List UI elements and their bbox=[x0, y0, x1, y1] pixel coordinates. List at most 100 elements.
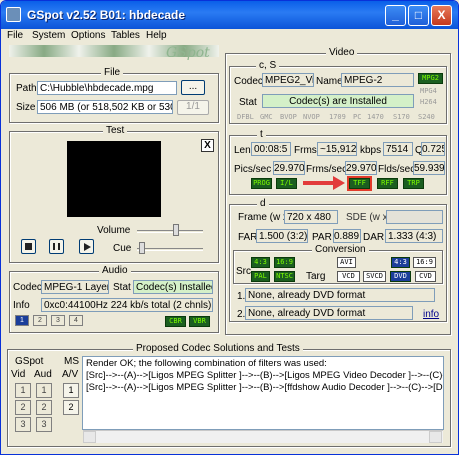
browse-button[interactable]: ... bbox=[181, 80, 205, 95]
targ-4-3[interactable]: 4:3 bbox=[391, 257, 410, 268]
audio-channel-1[interactable]: 1 bbox=[15, 315, 29, 326]
gspot-logo: GSpot bbox=[166, 45, 210, 61]
vid-test-2[interactable]: 2 bbox=[15, 400, 31, 415]
title-bar[interactable]: GSpot v2.52 B01: hbdecade _ □ X bbox=[1, 1, 458, 29]
aud-test-1[interactable]: 1 bbox=[36, 383, 52, 398]
av-label: A/V bbox=[62, 369, 79, 380]
play-button[interactable] bbox=[79, 239, 94, 254]
gspot-label: GSpot bbox=[15, 356, 44, 367]
flag-prog: PROG bbox=[251, 178, 272, 189]
video-stat-label: Stat bbox=[239, 97, 257, 108]
flag-trp: TRP bbox=[403, 178, 424, 189]
window-title: GSpot v2.52 B01: hbdecade bbox=[27, 8, 186, 22]
kbps-label: kbps bbox=[360, 145, 382, 156]
menu-system[interactable]: System bbox=[32, 30, 65, 41]
audio-codec-field: MPEG-1 Layer 2 bbox=[41, 280, 109, 294]
stop-icon bbox=[25, 243, 32, 250]
maximize-button[interactable]: □ bbox=[408, 5, 429, 26]
path-field[interactable]: C:\Hubble\hbdecade.mpg bbox=[37, 81, 177, 95]
volume-slider[interactable] bbox=[137, 230, 203, 233]
line2-field: None, already DVD format bbox=[245, 306, 413, 320]
targ-label: Targ bbox=[306, 271, 326, 282]
frms-field: ~15,912 bbox=[317, 142, 357, 156]
cue-slider[interactable] bbox=[137, 248, 203, 251]
flag-1709: 1709 bbox=[329, 113, 346, 121]
menu-options[interactable]: Options bbox=[71, 30, 105, 41]
cue-label: Cue bbox=[113, 243, 132, 254]
filter-log[interactable]: Render OK; the following combination of … bbox=[82, 356, 444, 430]
targ-dvd[interactable]: DVD bbox=[390, 271, 411, 282]
flag-s240: S240 bbox=[418, 113, 435, 121]
close-button[interactable]: X bbox=[431, 5, 452, 26]
aud-test-3[interactable]: 3 bbox=[36, 417, 52, 432]
sde-field bbox=[386, 210, 443, 224]
aud-test-2[interactable]: 2 bbox=[36, 400, 52, 415]
cs-title: c, S bbox=[256, 60, 280, 71]
info-link[interactable]: info bbox=[423, 309, 439, 320]
menu-bar: File System Options Tables Help bbox=[1, 29, 458, 45]
ms-test-2[interactable]: 2 bbox=[63, 400, 79, 415]
video-codec-field: MPEG2_Vid bbox=[262, 73, 314, 87]
log-line-3: [Src]-->--(A)-->[Ligos MPEG Splitter ]--… bbox=[86, 382, 443, 393]
audio-stat-field: Codec(s) Installed bbox=[133, 280, 213, 294]
targ-svcd[interactable]: SVCD bbox=[363, 271, 386, 282]
d-title: d bbox=[257, 198, 269, 209]
src-4-3: 4:3 bbox=[251, 257, 270, 268]
vid-test-3[interactable]: 3 bbox=[15, 417, 31, 432]
par-field: 0.889 bbox=[333, 229, 361, 243]
src-pal: PAL bbox=[251, 271, 270, 282]
flag-h264: H264 bbox=[420, 98, 437, 106]
frmssec-field: 29.970 bbox=[345, 161, 377, 175]
flds-field: 59.939 bbox=[413, 161, 445, 175]
targ-16-9[interactable]: 16:9 bbox=[413, 257, 436, 268]
audio-channel-3[interactable]: 3 bbox=[51, 315, 65, 326]
log-scrollbar[interactable] bbox=[83, 430, 443, 443]
aud-label: Aud bbox=[34, 369, 52, 380]
scroll-left-icon[interactable] bbox=[83, 431, 96, 443]
kbps-field: 7514 bbox=[383, 142, 413, 156]
play-icon bbox=[84, 243, 91, 251]
page-indicator[interactable]: 1/1 bbox=[177, 100, 209, 115]
video-codec-label: Codec bbox=[234, 76, 263, 87]
len-label: Len bbox=[234, 145, 251, 156]
pause-icon bbox=[53, 243, 60, 250]
video-name-label: Name bbox=[316, 76, 343, 87]
flag-dfbl: DFBL bbox=[237, 113, 254, 121]
pause-button[interactable] bbox=[49, 239, 64, 254]
flag-gmc: GMC bbox=[260, 113, 273, 121]
volume-thumb[interactable] bbox=[173, 224, 179, 236]
cue-thumb[interactable] bbox=[139, 242, 145, 254]
menu-file[interactable]: File bbox=[7, 30, 23, 41]
frms-label: Frms bbox=[294, 145, 317, 156]
ms-label: MS bbox=[64, 356, 79, 367]
frmssec-label: Frms/sec bbox=[306, 164, 348, 175]
vid-test-1[interactable]: 1 bbox=[15, 383, 31, 398]
ms-test-1[interactable]: 1 bbox=[63, 383, 79, 398]
log-line-2: [Src]-->--(A)-->[Ligos MPEG Splitter ]--… bbox=[86, 370, 444, 381]
src-label: Src bbox=[236, 266, 251, 277]
vid-label: Vid bbox=[11, 369, 26, 380]
audio-title: Audio bbox=[99, 265, 131, 276]
scroll-right-icon[interactable] bbox=[429, 431, 442, 443]
sde-label: SDE (w x bbox=[346, 212, 388, 223]
frame-field: 720 x 480 bbox=[284, 210, 338, 224]
size-label: Size bbox=[16, 102, 36, 113]
audio-codec-label: Codec bbox=[13, 282, 42, 293]
conversion-title: Conversion bbox=[312, 244, 369, 255]
app-icon bbox=[6, 7, 21, 22]
menu-help[interactable]: Help bbox=[146, 30, 167, 41]
minimize-button[interactable]: _ bbox=[385, 5, 406, 26]
test-close-button[interactable]: X bbox=[201, 139, 214, 152]
targ-avi[interactable]: AVI bbox=[337, 257, 356, 268]
qf-field: 0.725 bbox=[421, 142, 445, 156]
size-field: 506 MB (or 518,502 KB or 530,94 bbox=[37, 100, 173, 114]
stop-button[interactable] bbox=[21, 239, 36, 254]
app-window: GSpot v2.52 B01: hbdecade _ □ X File Sys… bbox=[0, 0, 459, 455]
targ-cvd[interactable]: CVD bbox=[415, 271, 436, 282]
flag-vbr: VBR bbox=[189, 316, 210, 327]
targ-vcd[interactable]: VCD bbox=[337, 271, 360, 282]
audio-channel-2[interactable]: 2 bbox=[33, 315, 47, 326]
audio-channel-4[interactable]: 4 bbox=[69, 315, 83, 326]
video-stat-field: Codec(s) are Installed bbox=[262, 94, 414, 108]
menu-tables[interactable]: Tables bbox=[111, 30, 140, 41]
